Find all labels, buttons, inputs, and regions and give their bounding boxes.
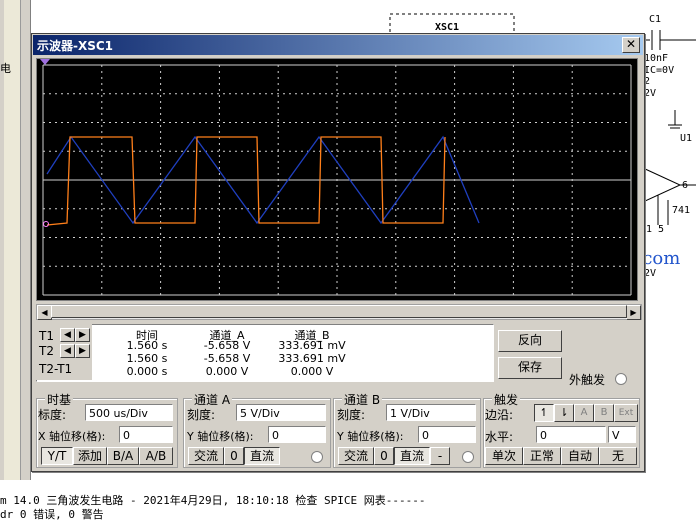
trigger-group: 触发 边沿: ↿ ⇂ A B Ext 水平: 0 V 单次 正常 自动 无 bbox=[483, 391, 640, 468]
channel-a-trace bbox=[46, 136, 446, 226]
cursor-t1-marker bbox=[40, 59, 50, 65]
channel-a-ypos-label: Y 轴位移(格): bbox=[187, 430, 254, 443]
channel-b-ac-button[interactable]: 交流 bbox=[338, 447, 374, 465]
net-2v-lower: 2V bbox=[644, 268, 657, 279]
arrow-right-icon: ▶ bbox=[79, 346, 86, 356]
trigger-level-label: 水平: bbox=[485, 430, 514, 444]
measure-cha-cell: -5.658 V bbox=[203, 352, 251, 365]
oscilloscope-window: 示波器-XSC1 ✕ ◀ ▶ 时间 通道_A 通道_B 1.560 s -5.65… bbox=[31, 33, 645, 472]
window-title: 示波器-XSC1 bbox=[37, 39, 114, 53]
t1-left-button[interactable]: ◀ bbox=[60, 328, 75, 342]
channel-b-scale-label: 刻度: bbox=[337, 408, 366, 422]
channel-a-ac-button[interactable]: 交流 bbox=[188, 447, 224, 465]
xsc1-label: XSC1 bbox=[435, 22, 460, 33]
opamp-model: 741 bbox=[672, 205, 691, 216]
scroll-right-button[interactable]: ▶ bbox=[626, 305, 641, 320]
mode-yt-button[interactable]: Y/T bbox=[41, 447, 73, 465]
trigger-rising-edge-button[interactable]: ↿ bbox=[534, 404, 554, 422]
measure-time-cell: 0.000 s bbox=[126, 365, 168, 378]
opamp-pins: 1 5 bbox=[646, 224, 665, 235]
trigger-single-button[interactable]: 单次 bbox=[485, 447, 523, 465]
t2-right-button[interactable]: ▶ bbox=[75, 344, 90, 358]
opamp-pin: 6 bbox=[682, 180, 689, 191]
scope-graph bbox=[40, 59, 632, 296]
channel-a-ypos-field[interactable]: 0 bbox=[268, 426, 326, 443]
trigger-level-field[interactable]: 0 bbox=[536, 426, 606, 443]
close-icon: ✕ bbox=[625, 37, 637, 51]
ext-trigger-terminal[interactable] bbox=[615, 373, 627, 385]
t2-t1-label: T2-T1 bbox=[39, 362, 73, 376]
mode-ab-button[interactable]: A/B bbox=[139, 447, 173, 465]
channel-a-dc-button[interactable]: 直流 bbox=[244, 447, 280, 465]
channel-b-terminal[interactable] bbox=[462, 451, 474, 463]
timebase-scale-field[interactable]: 500 us/Div bbox=[85, 404, 173, 421]
t1-label: T1 bbox=[39, 329, 54, 343]
ext-trigger-label: 外触发 bbox=[569, 373, 606, 387]
measure-chb-cell: 0.000 V bbox=[290, 365, 334, 378]
x-position-label: X 轴位移(格): bbox=[38, 430, 106, 443]
measure-chb-cell: 333.691 mV bbox=[278, 339, 346, 352]
trigger-source-ext-button[interactable]: Ext bbox=[614, 404, 638, 422]
scroll-thumb[interactable] bbox=[51, 305, 627, 318]
measurement-panel: 时间 通道_A 通道_B 1.560 s -5.658 V 333.691 mV 1.… bbox=[36, 324, 494, 382]
channel-a-terminal[interactable] bbox=[311, 451, 323, 463]
scope-screen[interactable] bbox=[36, 58, 638, 301]
title-bar[interactable]: 示波器-XSC1 ✕ bbox=[33, 35, 643, 55]
c1-value: 10nF bbox=[644, 53, 669, 64]
trigger-source-b-button[interactable]: B bbox=[594, 404, 614, 422]
log-line-2: dr 0 错误, 0 警告 bbox=[0, 508, 104, 521]
measure-time-cell: 1.560 s bbox=[126, 352, 168, 365]
trigger-source-a-button[interactable]: A bbox=[574, 404, 594, 422]
c1-label: C1 bbox=[649, 14, 662, 25]
timebase-group: 时基 标度: 500 us/Div X 轴位移(格): 0 Y/T 添加 B/A… bbox=[36, 391, 178, 468]
measure-time-cell: 1.560 s bbox=[126, 339, 168, 352]
channel-a-zero-button[interactable]: 0 bbox=[224, 447, 244, 465]
horizontal-scrollbar[interactable]: ◀ ▶ bbox=[36, 304, 642, 320]
measure-cha-cell: -5.658 V bbox=[203, 339, 251, 352]
channel-b-zero-button[interactable]: 0 bbox=[374, 447, 394, 465]
ic-label: IC=0V bbox=[644, 65, 675, 76]
measure-cha-cell: 0.000 V bbox=[205, 365, 249, 378]
trigger-level-unit[interactable]: V bbox=[608, 426, 636, 443]
channel-b-scale-field[interactable]: 1 V/Div bbox=[386, 404, 476, 421]
cursor-controls: T1 T2 T2-T1 ◀ ▶ ◀ ▶ bbox=[36, 324, 92, 380]
mode-add-button[interactable]: 添加 bbox=[73, 447, 107, 465]
close-button[interactable]: ✕ bbox=[622, 37, 640, 53]
t1-right-button[interactable]: ▶ bbox=[75, 328, 90, 342]
channel-a-ground-marker bbox=[43, 221, 49, 227]
trigger-falling-edge-button[interactable]: ⇂ bbox=[554, 404, 574, 422]
u1-label: U1 bbox=[680, 133, 693, 144]
save-button[interactable]: 保存 bbox=[498, 357, 562, 379]
x-position-field[interactable]: 0 bbox=[119, 426, 173, 443]
trigger-none-button[interactable]: 无 bbox=[599, 447, 637, 465]
mode-ba-button[interactable]: B/A bbox=[107, 447, 139, 465]
reverse-button[interactable]: 反向 bbox=[498, 330, 562, 352]
arrow-right-icon: ▶ bbox=[79, 330, 86, 340]
channel-b-invert-button[interactable]: - bbox=[430, 447, 450, 465]
net-2v: 2V bbox=[644, 88, 657, 99]
scope-grid bbox=[42, 64, 632, 296]
channel-b-dc-button[interactable]: 直流 bbox=[394, 447, 430, 465]
arrow-left-icon: ◀ bbox=[64, 346, 71, 356]
trigger-normal-button[interactable]: 正常 bbox=[523, 447, 561, 465]
trigger-edge-label: 边沿: bbox=[485, 408, 514, 422]
timebase-scale-label: 标度: bbox=[38, 408, 67, 422]
arrow-left-icon: ◀ bbox=[64, 330, 71, 340]
t2-label: T2 bbox=[39, 344, 54, 358]
channel-b-ypos-label: Y 轴位移(格): bbox=[337, 430, 404, 443]
scroll-left-button[interactable]: ◀ bbox=[37, 305, 52, 320]
channel-b-group: 通道 B 刻度: 1 V/Div Y 轴位移(格): 0 交流 0 直流 - bbox=[333, 391, 481, 468]
channel-a-group: 通道 A 刻度: 5 V/Div Y 轴位移(格): 0 交流 0 直流 bbox=[183, 391, 331, 468]
measure-chb-cell: 333.691 mV bbox=[278, 352, 346, 365]
t2-left-button[interactable]: ◀ bbox=[60, 344, 75, 358]
channel-a-scale-label: 刻度: bbox=[187, 408, 216, 422]
channel-a-scale-field[interactable]: 5 V/Div bbox=[236, 404, 326, 421]
channel-b-ypos-field[interactable]: 0 bbox=[418, 426, 476, 443]
trigger-auto-button[interactable]: 自动 bbox=[561, 447, 599, 465]
log-panel: m 14.0 三角波发生电路 - 2021年4月29日, 18:10:18 检查… bbox=[0, 490, 696, 521]
